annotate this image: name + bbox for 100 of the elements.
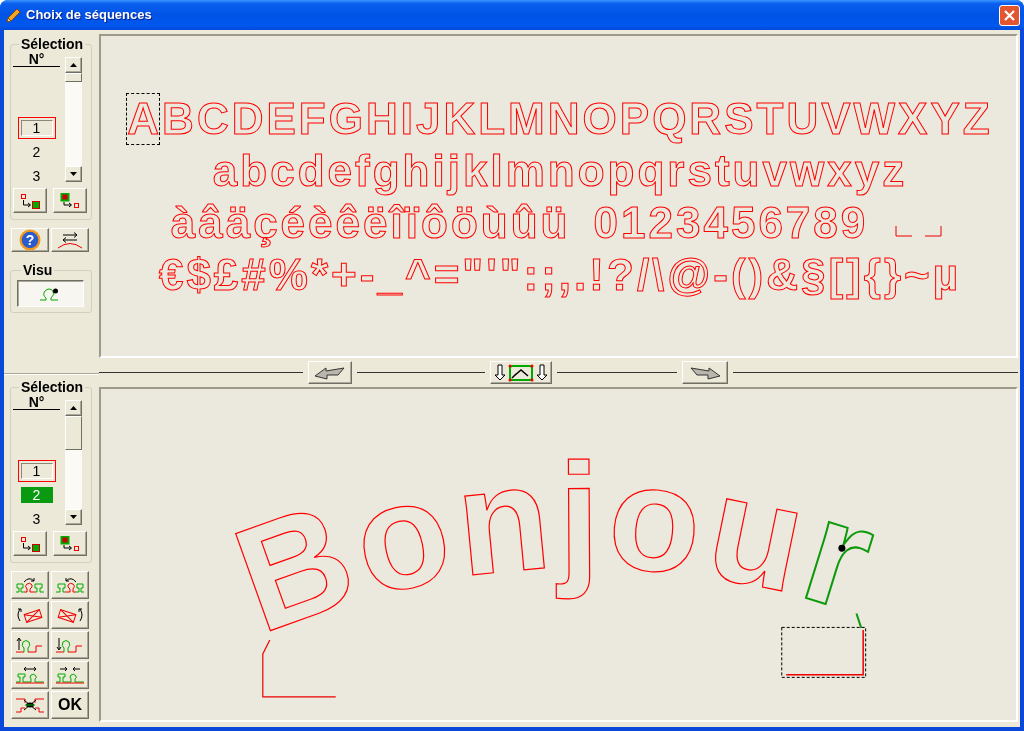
outlined-glyph[interactable]: Z — [961, 93, 991, 145]
outlined-glyph[interactable]: Q — [651, 93, 688, 145]
outlined-glyph[interactable]: . — [573, 249, 588, 301]
tool-button[interactable] — [11, 601, 49, 629]
outlined-glyph[interactable]: 4 — [702, 197, 729, 249]
outlined-glyph[interactable]: _ — [376, 249, 403, 301]
outlined-glyph[interactable]: â — [197, 197, 224, 249]
outlined-glyph[interactable]: / — [635, 249, 651, 301]
scroll-up-button[interactable] — [65, 400, 82, 416]
outlined-glyph[interactable]: D — [230, 93, 265, 145]
list-item[interactable]: 2 — [17, 141, 56, 163]
outlined-glyph[interactable]: # — [240, 249, 267, 301]
outlined-glyph[interactable]: B — [161, 93, 195, 145]
outlined-glyph[interactable]: o — [576, 145, 606, 197]
visu-toggle-button[interactable] — [17, 280, 84, 307]
outlined-glyph[interactable]: ö — [449, 197, 479, 249]
outlined-glyph[interactable]: x — [826, 145, 853, 197]
outlined-glyph[interactable]: ; — [540, 249, 557, 301]
outlined-glyph[interactable]: " — [498, 249, 522, 301]
outlined-glyph[interactable]: { — [862, 249, 882, 301]
outlined-glyph[interactable]: = — [432, 249, 461, 301]
outlined-glyph[interactable]: A — [126, 93, 161, 145]
outlined-glyph[interactable]: î — [389, 197, 404, 249]
outlined-glyph[interactable]: - — [358, 249, 376, 301]
outlined-glyph[interactable]: i — [431, 145, 446, 197]
outlined-glyph[interactable]: y — [853, 145, 881, 197]
list-item[interactable]: 3 — [17, 508, 56, 530]
outlined-glyph[interactable]: } — [882, 249, 903, 301]
tool-button[interactable] — [51, 631, 89, 659]
outlined-glyph[interactable]: û — [509, 197, 539, 249]
outlined-glyph[interactable]: 1 — [619, 197, 647, 249]
list-item[interactable]: 3 — [17, 165, 56, 187]
outlined-glyph[interactable]: V — [820, 93, 852, 145]
outlined-glyph[interactable]: r — [666, 145, 686, 197]
arrow-right-button[interactable] — [682, 361, 728, 384]
ok-button[interactable]: OK — [51, 691, 89, 719]
outlined-glyph[interactable]: - — [712, 249, 729, 301]
tool-button[interactable] — [13, 531, 47, 556]
outlined-glyph[interactable]: E — [265, 93, 297, 145]
outlined-glyph[interactable]: ? — [606, 249, 635, 301]
outlined-glyph[interactable]: + — [330, 249, 358, 301]
outlined-glyph[interactable]: \ — [651, 249, 666, 301]
outlined-glyph[interactable]: ô — [420, 197, 449, 249]
outlined-glyph[interactable]: & — [765, 249, 799, 301]
outlined-glyph[interactable]: z — [881, 145, 906, 197]
outlined-glyph[interactable]: ï — [404, 197, 419, 249]
outlined-glyph[interactable]: U — [785, 93, 820, 145]
close-button[interactable] — [999, 4, 1020, 26]
outlined-glyph[interactable]: * — [309, 249, 330, 301]
outlined-glyph[interactable]: ä — [224, 197, 252, 249]
outlined-glyph[interactable]: ~ — [903, 249, 931, 301]
outlined-glyph[interactable]: w — [789, 145, 826, 197]
outlined-glyph[interactable]: P — [618, 93, 651, 145]
outlined-glyph[interactable]: a — [211, 145, 239, 197]
outlined-glyph[interactable]: ( — [729, 249, 747, 301]
tool-button[interactable] — [11, 691, 49, 719]
swap-button[interactable] — [51, 228, 89, 252]
outlined-glyph[interactable]: N — [546, 93, 581, 145]
outlined-glyph[interactable]: ! — [588, 249, 605, 301]
outlined-glyph[interactable]: C — [195, 93, 230, 145]
outlined-glyph[interactable]: 0 — [592, 197, 619, 249]
tool-button[interactable] — [53, 188, 87, 213]
outlined-glyph[interactable]: £ — [212, 249, 240, 301]
outlined-glyph[interactable]: G — [327, 93, 364, 145]
tool-button[interactable] — [11, 571, 49, 599]
outlined-glyph[interactable]: " — [461, 249, 485, 301]
outlined-glyph[interactable]: S — [723, 93, 755, 145]
tool-button[interactable] — [51, 601, 89, 629]
outlined-glyph[interactable]: J — [414, 93, 442, 145]
outlined-glyph[interactable]: j — [446, 145, 461, 197]
tool-button[interactable] — [11, 631, 49, 659]
outlined-glyph[interactable]: u — [731, 145, 761, 197]
outlined-glyph[interactable]: g — [371, 145, 401, 197]
outlined-glyph[interactable]: ë — [362, 197, 389, 249]
tool-button[interactable] — [13, 188, 47, 213]
outlined-glyph[interactable]: 8 — [812, 197, 839, 249]
scrollbar-thumb[interactable] — [65, 416, 82, 450]
outlined-glyph[interactable]: e — [326, 145, 354, 197]
outlined-glyph[interactable]: ' — [485, 249, 498, 301]
help-button[interactable]: ? — [11, 228, 49, 252]
outlined-glyph[interactable]: è — [307, 197, 334, 249]
outlined-glyph[interactable]: 3 — [674, 197, 702, 249]
outlined-glyph[interactable]: à — [169, 197, 197, 249]
outlined-glyph[interactable]: ^ — [403, 249, 432, 301]
outlined-glyph[interactable]: s — [686, 145, 713, 197]
outlined-glyph[interactable]: @ — [666, 249, 712, 301]
outlined-glyph[interactable]: I — [399, 93, 414, 145]
outlined-glyph[interactable]: : — [522, 249, 540, 301]
scroll-down-button[interactable] — [65, 166, 82, 182]
outlined-glyph[interactable]: 9 — [839, 197, 867, 249]
tool-button[interactable] — [51, 571, 89, 599]
outlined-glyph[interactable]: 2 — [647, 197, 674, 249]
scroll-down-button[interactable] — [65, 509, 82, 525]
outlined-glyph[interactable]: , — [557, 249, 573, 301]
outlined-glyph[interactable]: q — [636, 145, 666, 197]
tool-button[interactable] — [11, 661, 49, 689]
outlined-glyph[interactable]: O — [581, 93, 618, 145]
outlined-glyph[interactable]: µ — [931, 249, 960, 301]
outlined-glyph[interactable]: n — [546, 145, 576, 197]
outlined-glyph[interactable]: € — [157, 249, 185, 301]
